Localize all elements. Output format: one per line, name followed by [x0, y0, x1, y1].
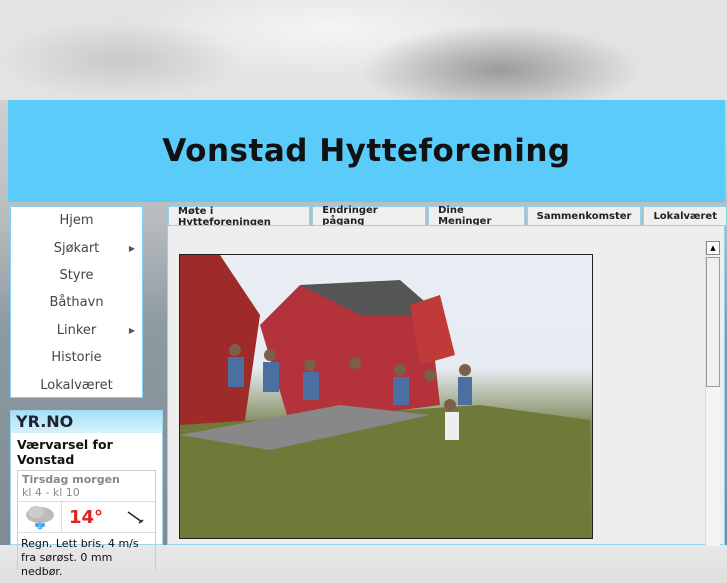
menu-label: Båthavn	[49, 295, 104, 311]
menu-label: Linker	[56, 322, 97, 338]
menu-item-historie[interactable]: Historie	[11, 344, 142, 371]
menu-label: Lokalværet	[40, 377, 113, 393]
tab-sammenkomster[interactable]: Sammenkomster	[526, 206, 642, 226]
menu-item-lokalvaret[interactable]: Lokalværet	[11, 371, 142, 398]
meeting-photo	[179, 254, 593, 539]
scroll-up-button[interactable]: ▲	[706, 241, 720, 255]
menu-item-styre[interactable]: Styre	[11, 262, 142, 289]
menu-label: Sjøkart	[53, 240, 100, 256]
menu-item-linker[interactable]: Linker ▶	[11, 317, 142, 344]
menu-item-sjokart[interactable]: Sjøkart ▶	[11, 234, 142, 261]
submenu-arrow-icon: ▶	[128, 325, 135, 335]
site-header: Vonstad Hytteforening	[8, 100, 725, 202]
forecast-box: Tirsdag morgen kl 4 - kl 10 💧 14° Regn. …	[17, 470, 156, 578]
main-menu: Hjem Sjøkart ▶ Styre Båthavn Linker ▶ Hist…	[10, 206, 143, 398]
menu-item-bathavn[interactable]: Båthavn	[11, 289, 142, 316]
sky-background	[0, 0, 727, 100]
menu-label: Styre	[59, 267, 94, 283]
forecast-description: Regn. Lett bris, 4 m/s fra sørøst. 0 mm …	[21, 537, 139, 578]
tab-lokalvaret[interactable]: Lokalværet	[643, 206, 727, 226]
menu-label: Hjem	[59, 213, 94, 229]
weather-title: Værvarsel for Vonstad	[17, 437, 113, 467]
tab-dine-meninger[interactable]: Dine Meninger	[428, 205, 525, 227]
temperature: 14°	[69, 506, 104, 528]
weather-widget[interactable]: YR.NO Værvarsel for Vonstad Tirsdag morg…	[10, 410, 163, 578]
tab-bar: Møte i Hytteforeningen Endringer pågang …	[168, 205, 727, 228]
rain-cloud-icon: 💧	[18, 502, 62, 532]
vertical-scrollbar[interactable]: ▲	[705, 241, 720, 546]
menu-label: Historie	[51, 350, 102, 366]
yr-logo[interactable]: YR.NO	[11, 411, 162, 433]
site-title: Vonstad Hytteforening	[162, 133, 571, 169]
submenu-arrow-icon: ▶	[128, 243, 135, 253]
scrollbar-thumb[interactable]	[706, 257, 720, 387]
tab-endringer[interactable]: Endringer pågang	[312, 205, 427, 227]
wind-arrow-icon	[115, 502, 155, 532]
forecast-period: kl 4 - kl 10	[22, 486, 80, 499]
tab-mote[interactable]: Møte i Hytteforeningen	[168, 206, 311, 228]
tab-content: ▲	[167, 225, 725, 546]
forecast-day: Tirsdag morgen	[22, 473, 120, 486]
menu-item-hjem[interactable]: Hjem	[11, 207, 142, 234]
